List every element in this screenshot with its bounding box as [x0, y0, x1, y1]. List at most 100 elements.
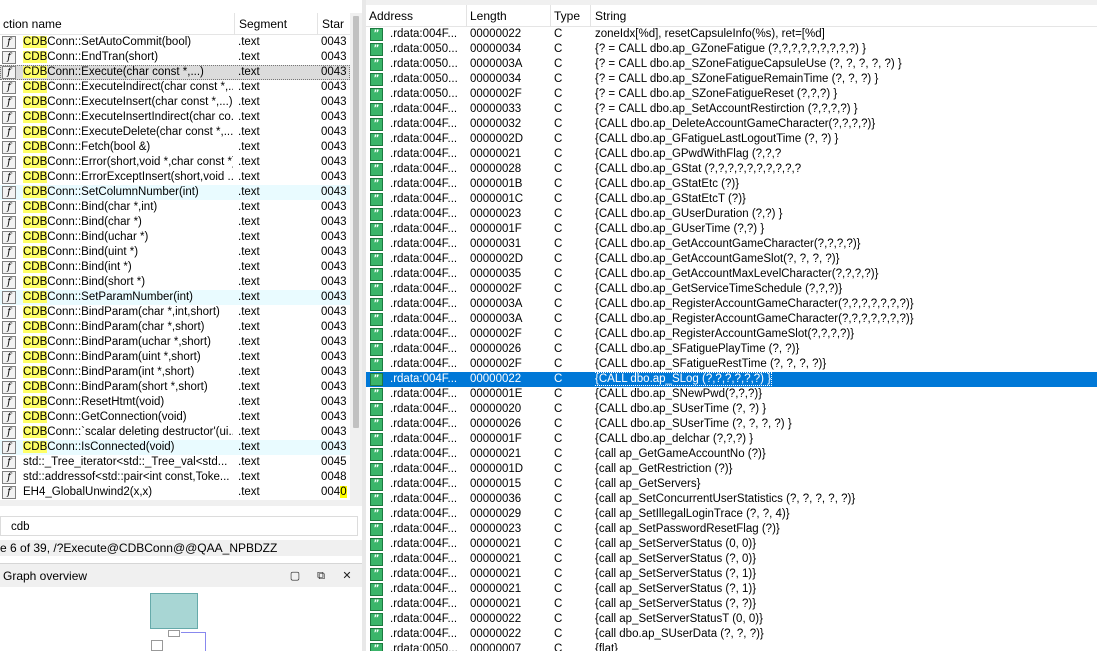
string-row[interactable]: ” .rdata:004F... 00000021 C {call ap_GetGame…	[366, 447, 1097, 462]
function-row[interactable]: f CDBConn::Bind(uint *) .text 0043	[0, 245, 350, 260]
close-icon[interactable]: ✕	[339, 568, 355, 584]
string-row[interactable]: ” .rdata:004F... 00000022 CzoneIdx[%d], res…	[366, 27, 1097, 42]
string-row[interactable]: ” .rdata:004F... 00000023 C {CALL dbo.ap_GUs…	[366, 207, 1097, 222]
string-row[interactable]: ” .rdata:004F... 0000001F C {CALL dbo.ap_del…	[366, 432, 1097, 447]
functions-vertical-scrollbar[interactable]	[350, 13, 362, 506]
function-row[interactable]: f CDBConn::SetAutoCommit(bool) .text 0043	[0, 35, 350, 50]
column-start[interactable]: Star	[319, 13, 350, 35]
string-row[interactable]: ” .rdata:0050... 00000007 C {flat}	[366, 642, 1097, 651]
string-row[interactable]: ” .rdata:004F... 00000028 C {CALL dbo.ap_GSt…	[366, 162, 1097, 177]
string-row[interactable]: ” .rdata:004F... 00000022 C {call dbo.ap_SUs…	[366, 627, 1097, 642]
function-row[interactable]: f CDBConn::SetParamNumber(int) .text 0043	[0, 290, 350, 305]
function-name-text: Conn::BindParam(char *,int,short)	[47, 306, 220, 318]
column-address[interactable]: Address	[366, 5, 464, 27]
string-length: 0000003A	[470, 58, 523, 70]
function-row[interactable]: f CDBConn::ExecuteInsert(char const *,...…	[0, 95, 350, 110]
function-row[interactable]: f std::addressof<std::pair<int const,Toke…	[0, 470, 350, 485]
string-row[interactable]: ” .rdata:004F... 0000002F C {CALL dbo.ap_Reg…	[366, 327, 1097, 342]
string-length: 0000002D	[470, 133, 524, 145]
function-row[interactable]: f CDBConn::GetConnection(void) .text 0043	[0, 410, 350, 425]
string-row[interactable]: ” .rdata:004F... 00000033 C {? = CALL dbo.ap…	[366, 102, 1097, 117]
function-row[interactable]: f CDBConn::Bind(char *) .text 0043	[0, 215, 350, 230]
string-row[interactable]: ” .rdata:004F... 00000029 C {call ap_SetIlle…	[366, 507, 1097, 522]
maximize-icon[interactable]: ▢	[287, 568, 303, 584]
string-row[interactable]: ” .rdata:004F... 00000022 C {call ap_SetServ…	[366, 612, 1097, 627]
function-name-text: Conn::Bind(int *)	[47, 261, 132, 273]
string-row[interactable]: ” .rdata:004F... 0000002D C {CALL dbo.ap_GFa…	[366, 132, 1097, 147]
function-row[interactable]: f CDBConn::EndTran(short) .text 0043	[0, 50, 350, 65]
function-row[interactable]: f CDBConn::ExecuteDelete(char const *,...…	[0, 125, 350, 140]
function-row[interactable]: f CDBConn::BindParam(int *,short) .text 004…	[0, 365, 350, 380]
string-row[interactable]: ” .rdata:004F... 0000001B C {CALL dbo.ap_GSt…	[366, 177, 1097, 192]
string-row[interactable]: ” .rdata:004F... 00000031 C {CALL dbo.ap_Get…	[366, 237, 1097, 252]
string-row[interactable]: ” .rdata:004F... 0000003A C {CALL dbo.ap_Reg…	[366, 297, 1097, 312]
function-row[interactable]: f CDBConn::BindParam(char *,int,short) .te…	[0, 305, 350, 320]
string-row[interactable]: ” .rdata:0050... 0000003A C {? = CALL dbo.ap…	[366, 57, 1097, 72]
function-row[interactable]: f std::_Tree_iterator<std::_Tree_val<std.…	[0, 455, 350, 470]
string-row[interactable]: ” .rdata:004F... 00000015 C {call ap_GetServ…	[366, 477, 1097, 492]
string-row[interactable]: ” .rdata:004F... 0000001D C {call ap_GetRest…	[366, 462, 1097, 477]
string-row[interactable]: ” .rdata:004F... 0000001C C {CALL dbo.ap_GSt…	[366, 192, 1097, 207]
function-row[interactable]: f CDBConn::BindParam(char *,short) .text 00…	[0, 320, 350, 335]
string-row[interactable]: ” .rdata:004F... 0000001F C {CALL dbo.ap_GUs…	[366, 222, 1097, 237]
string-row[interactable]: ” .rdata:004F... 0000003A C {CALL dbo.ap_Reg…	[366, 312, 1097, 327]
function-row[interactable]: f CDBConn::Execute(char const *,...) .text…	[0, 65, 350, 80]
function-row[interactable]: f CDBConn::ResetHtmt(void) .text 0043	[0, 395, 350, 410]
function-row[interactable]: f CDBConn::BindParam(uchar *,short) .text 0…	[0, 335, 350, 350]
graph-overview-canvas[interactable]	[0, 588, 362, 651]
string-row[interactable]: ” .rdata:0050... 0000002F C {? = CALL dbo.ap…	[366, 87, 1097, 102]
function-row[interactable]: f CDBConn::BindParam(short *,short) .text 0…	[0, 380, 350, 395]
function-row[interactable]: f CDBConn::BindParam(uint *,short) .text 00…	[0, 350, 350, 365]
column-type[interactable]: Type	[551, 5, 589, 27]
string-row[interactable]: ” .rdata:004F... 00000026 C {CALL dbo.ap_SFa…	[366, 342, 1097, 357]
string-row[interactable]: ” .rdata:004F... 00000036 C {call ap_SetConc…	[366, 492, 1097, 507]
string-row[interactable]: ” .rdata:004F... 00000020 C {CALL dbo.ap_SUs…	[366, 402, 1097, 417]
function-row[interactable]: f CDBConn::ExecuteIndirect(char const *,.…	[0, 80, 350, 95]
column-divider[interactable]	[590, 5, 591, 27]
function-row[interactable]: f CDBConn::ErrorExceptInsert(short,void .…	[0, 170, 350, 185]
function-filter-input[interactable]	[11, 519, 341, 534]
string-row[interactable]: ” .rdata:004F... 00000026 C {CALL dbo.ap_SUs…	[366, 417, 1097, 432]
string-row[interactable]: ” .rdata:004F... 0000002D C {CALL dbo.ap_Get…	[366, 252, 1097, 267]
restore-icon[interactable]: ⧉	[313, 568, 329, 584]
string-row[interactable]: ” .rdata:004F... 00000021 C {call ap_SetServ…	[366, 567, 1097, 582]
function-row[interactable]: f CDBConn::Bind(char *,int) .text 0043	[0, 200, 350, 215]
string-row[interactable]: ” .rdata:004F... 00000023 C {call ap_SetPass…	[366, 522, 1097, 537]
function-row[interactable]: f CDBConn::ExecuteInsertIndirect(char co.…	[0, 110, 350, 125]
function-row[interactable]: f CDBConn::Fetch(bool &) .text 0043	[0, 140, 350, 155]
function-row[interactable]: f CDBConn::Error(short,void *,char const …	[0, 155, 350, 170]
graph-node[interactable]	[168, 630, 180, 637]
string-row[interactable]: ” .rdata:004F... 00000032 C {CALL dbo.ap_Del…	[366, 117, 1097, 132]
function-row[interactable]: f CDBConn::SetColumnNumber(int) .text 0043	[0, 185, 350, 200]
column-divider[interactable]	[234, 13, 235, 35]
functions-horizontal-scrollbar[interactable]	[0, 500, 350, 506]
function-row[interactable]: f CDBConn::`scalar deleting destructor'(u…	[0, 425, 350, 440]
function-name-text: Conn::SetColumnNumber(int)	[47, 186, 199, 198]
function-row[interactable]: f CDBConn::Bind(short *) .text 0043	[0, 275, 350, 290]
function-row[interactable]: f CDBConn::Bind(int *) .text 0043	[0, 260, 350, 275]
string-row[interactable]: ” .rdata:004F... 00000021 C {call ap_SetServ…	[366, 552, 1097, 567]
string-row[interactable]: ” .rdata:0050... 00000034 C {? = CALL dbo.ap…	[366, 72, 1097, 87]
column-string[interactable]: String	[592, 5, 892, 27]
string-row[interactable]: ” .rdata:0050... 00000034 C {? = CALL dbo.ap…	[366, 42, 1097, 57]
string-row[interactable]: ” .rdata:004F... 00000022 C {CALL dbo.ap_SLo…	[366, 372, 1097, 387]
column-function-name[interactable]: ction name	[0, 13, 232, 35]
graph-node[interactable]	[151, 640, 163, 651]
function-start-text: 0043	[321, 366, 347, 378]
string-row[interactable]: ” .rdata:004F... 00000021 C {call ap_SetServ…	[366, 582, 1097, 597]
string-row[interactable]: ” .rdata:004F... 00000021 C {call ap_SetServ…	[366, 597, 1097, 612]
column-length[interactable]: Length	[467, 5, 549, 27]
column-divider[interactable]	[317, 13, 318, 35]
string-row[interactable]: ” .rdata:004F... 0000002F C {CALL dbo.ap_SFa…	[366, 357, 1097, 372]
graph-node[interactable]	[150, 593, 198, 629]
string-row[interactable]: ” .rdata:004F... 00000021 C {call ap_SetServ…	[366, 537, 1097, 552]
scrollbar-thumb[interactable]	[353, 16, 359, 428]
string-row[interactable]: ” .rdata:004F... 0000002F C {CALL dbo.ap_Get…	[366, 282, 1097, 297]
string-row[interactable]: ” .rdata:004F... 00000021 C {CALL dbo.ap_GPw…	[366, 147, 1097, 162]
column-segment[interactable]: Segment	[236, 13, 316, 35]
function-row[interactable]: f CDBConn::Bind(uchar *) .text 0043	[0, 230, 350, 245]
function-row[interactable]: f CDBConn::IsConnected(void) .text 0043	[0, 440, 350, 455]
string-row[interactable]: ” .rdata:004F... 0000001E C {CALL dbo.ap_SNe…	[366, 387, 1097, 402]
string-row[interactable]: ” .rdata:004F... 00000035 C {CALL dbo.ap_Get…	[366, 267, 1097, 282]
function-row[interactable]: f EH4_GlobalUnwind2(x,x) .text 0040	[0, 485, 350, 500]
